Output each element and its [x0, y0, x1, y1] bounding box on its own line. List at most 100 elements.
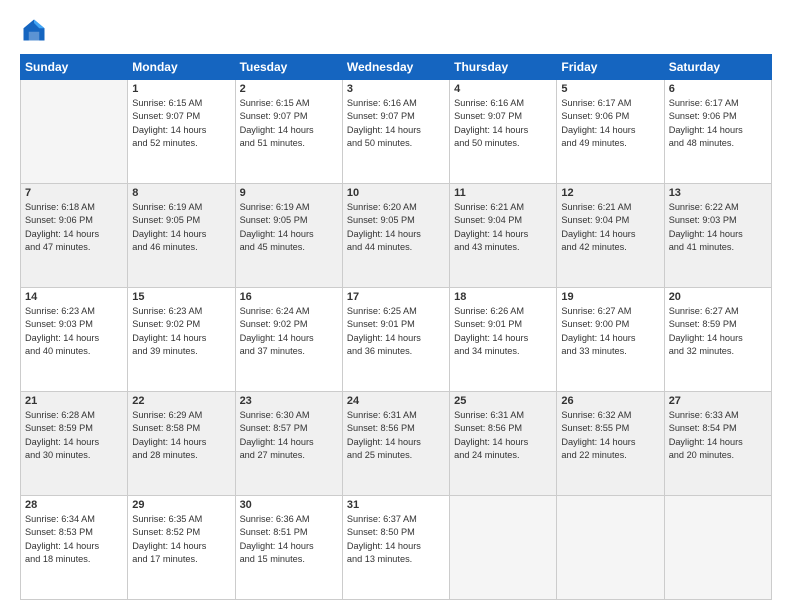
day-info: Sunrise: 6:34 AM Sunset: 8:53 PM Dayligh… [25, 513, 123, 566]
day-info: Sunrise: 6:18 AM Sunset: 9:06 PM Dayligh… [25, 201, 123, 254]
calendar-cell: 20 Sunrise: 6:27 AM Sunset: 8:59 PM Dayli… [664, 288, 771, 392]
calendar-cell: 2 Sunrise: 6:15 AM Sunset: 9:07 PM Daylig… [235, 80, 342, 184]
calendar-cell [21, 80, 128, 184]
day-number: 19 [561, 291, 659, 303]
day-info: Sunrise: 6:29 AM Sunset: 8:58 PM Dayligh… [132, 409, 230, 462]
calendar-cell: 23 Sunrise: 6:30 AM Sunset: 8:57 PM Dayli… [235, 392, 342, 496]
calendar-week-row: 7Sunrise: 6:18 AM Sunset: 9:06 PM Daylig… [21, 184, 772, 288]
calendar-week-row: 14Sunrise: 6:23 AM Sunset: 9:03 PM Dayli… [21, 288, 772, 392]
day-number: 28 [25, 499, 123, 511]
day-number: 13 [669, 187, 767, 199]
calendar-cell: 27 Sunrise: 6:33 AM Sunset: 8:54 PM Dayli… [664, 392, 771, 496]
day-number: 30 [240, 499, 338, 511]
day-info: Sunrise: 6:33 AM Sunset: 8:54 PM Dayligh… [669, 409, 767, 462]
calendar-cell: 21 Sunrise: 6:28 AM Sunset: 8:59 PM Dayli… [21, 392, 128, 496]
calendar-cell: 5Sunrise: 6:17 AM Sunset: 9:06 PM Daylig… [557, 80, 664, 184]
day-info: Sunrise: 6:19 AM Sunset: 9:05 PM Dayligh… [132, 201, 230, 254]
day-number: 2 [240, 83, 338, 95]
day-info: Sunrise: 6:31 AM Sunset: 8:56 PM Dayligh… [347, 409, 445, 462]
calendar-cell: 3 Sunrise: 6:16 AM Sunset: 9:07 PM Daylig… [342, 80, 449, 184]
day-number: 21 [25, 395, 123, 407]
weekday-header-wednesday: Wednesday [342, 55, 449, 80]
day-info: Sunrise: 6:16 AM Sunset: 9:07 PM Dayligh… [454, 97, 552, 150]
day-info: Sunrise: 6:24 AM Sunset: 9:02 PM Dayligh… [240, 305, 338, 358]
weekday-header-monday: Monday [128, 55, 235, 80]
day-number: 17 [347, 291, 445, 303]
weekday-header-tuesday: Tuesday [235, 55, 342, 80]
calendar-table: SundayMondayTuesdayWednesdayThursdayFrid… [20, 54, 772, 600]
weekday-header-row: SundayMondayTuesdayWednesdayThursdayFrid… [21, 55, 772, 80]
weekday-header-thursday: Thursday [450, 55, 557, 80]
day-number: 31 [347, 499, 445, 511]
day-info: Sunrise: 6:16 AM Sunset: 9:07 PM Dayligh… [347, 97, 445, 150]
day-info: Sunrise: 6:26 AM Sunset: 9:01 PM Dayligh… [454, 305, 552, 358]
day-number: 24 [347, 395, 445, 407]
calendar-cell: 12 Sunrise: 6:21 AM Sunset: 9:04 PM Dayli… [557, 184, 664, 288]
day-info: Sunrise: 6:28 AM Sunset: 8:59 PM Dayligh… [25, 409, 123, 462]
day-number: 12 [561, 187, 659, 199]
day-info: Sunrise: 6:30 AM Sunset: 8:57 PM Dayligh… [240, 409, 338, 462]
page: SundayMondayTuesdayWednesdayThursdayFrid… [0, 0, 792, 612]
calendar-cell: 28 Sunrise: 6:34 AM Sunset: 8:53 PM Dayli… [21, 496, 128, 600]
calendar-cell: 15 Sunrise: 6:23 AM Sunset: 9:02 PM Dayli… [128, 288, 235, 392]
calendar-cell [664, 496, 771, 600]
day-number: 23 [240, 395, 338, 407]
calendar-week-row: 1 Sunrise: 6:15 AM Sunset: 9:07 PM Daylig… [21, 80, 772, 184]
calendar-cell: 26 Sunrise: 6:32 AM Sunset: 8:55 PM Dayli… [557, 392, 664, 496]
day-info: Sunrise: 6:15 AM Sunset: 9:07 PM Dayligh… [240, 97, 338, 150]
calendar-cell: 1Sunrise: 6:15 AM Sunset: 9:07 PM Daylig… [128, 80, 235, 184]
day-info: Sunrise: 6:32 AM Sunset: 8:55 PM Dayligh… [561, 409, 659, 462]
day-info: Sunrise: 6:23 AM Sunset: 9:02 PM Dayligh… [132, 305, 230, 358]
weekday-header-sunday: Sunday [21, 55, 128, 80]
weekday-header-saturday: Saturday [664, 55, 771, 80]
calendar-cell: 6 Sunrise: 6:17 AM Sunset: 9:06 PM Daylig… [664, 80, 771, 184]
calendar-cell [557, 496, 664, 600]
day-info: Sunrise: 6:25 AM Sunset: 9:01 PM Dayligh… [347, 305, 445, 358]
calendar-cell: 19Sunrise: 6:27 AM Sunset: 9:00 PM Dayli… [557, 288, 664, 392]
day-number: 1 [132, 83, 230, 95]
day-info: Sunrise: 6:36 AM Sunset: 8:51 PM Dayligh… [240, 513, 338, 566]
calendar-cell: 4 Sunrise: 6:16 AM Sunset: 9:07 PM Daylig… [450, 80, 557, 184]
day-number: 6 [669, 83, 767, 95]
day-number: 9 [240, 187, 338, 199]
day-info: Sunrise: 6:20 AM Sunset: 9:05 PM Dayligh… [347, 201, 445, 254]
day-info: Sunrise: 6:23 AM Sunset: 9:03 PM Dayligh… [25, 305, 123, 358]
day-info: Sunrise: 6:21 AM Sunset: 9:04 PM Dayligh… [561, 201, 659, 254]
day-number: 11 [454, 187, 552, 199]
calendar-cell: 9Sunrise: 6:19 AM Sunset: 9:05 PM Daylig… [235, 184, 342, 288]
day-number: 26 [561, 395, 659, 407]
calendar-cell: 25Sunrise: 6:31 AM Sunset: 8:56 PM Dayli… [450, 392, 557, 496]
day-number: 29 [132, 499, 230, 511]
day-number: 4 [454, 83, 552, 95]
calendar-cell: 7Sunrise: 6:18 AM Sunset: 9:06 PM Daylig… [21, 184, 128, 288]
day-info: Sunrise: 6:17 AM Sunset: 9:06 PM Dayligh… [669, 97, 767, 150]
day-number: 15 [132, 291, 230, 303]
day-number: 3 [347, 83, 445, 95]
day-number: 5 [561, 83, 659, 95]
calendar-week-row: 28 Sunrise: 6:34 AM Sunset: 8:53 PM Dayli… [21, 496, 772, 600]
logo-icon [20, 16, 48, 44]
day-info: Sunrise: 6:35 AM Sunset: 8:52 PM Dayligh… [132, 513, 230, 566]
calendar-cell: 17 Sunrise: 6:25 AM Sunset: 9:01 PM Dayli… [342, 288, 449, 392]
day-info: Sunrise: 6:37 AM Sunset: 8:50 PM Dayligh… [347, 513, 445, 566]
calendar-cell: 24 Sunrise: 6:31 AM Sunset: 8:56 PM Dayli… [342, 392, 449, 496]
calendar-cell: 14Sunrise: 6:23 AM Sunset: 9:03 PM Dayli… [21, 288, 128, 392]
day-number: 27 [669, 395, 767, 407]
calendar-cell: 10Sunrise: 6:20 AM Sunset: 9:05 PM Dayli… [342, 184, 449, 288]
calendar-cell [450, 496, 557, 600]
calendar-cell: 18 Sunrise: 6:26 AM Sunset: 9:01 PM Dayli… [450, 288, 557, 392]
day-info: Sunrise: 6:21 AM Sunset: 9:04 PM Dayligh… [454, 201, 552, 254]
day-number: 16 [240, 291, 338, 303]
calendar-cell: 16 Sunrise: 6:24 AM Sunset: 9:02 PM Dayli… [235, 288, 342, 392]
day-info: Sunrise: 6:22 AM Sunset: 9:03 PM Dayligh… [669, 201, 767, 254]
calendar-cell: 11 Sunrise: 6:21 AM Sunset: 9:04 PM Dayli… [450, 184, 557, 288]
calendar-cell: 22Sunrise: 6:29 AM Sunset: 8:58 PM Dayli… [128, 392, 235, 496]
day-info: Sunrise: 6:31 AM Sunset: 8:56 PM Dayligh… [454, 409, 552, 462]
day-number: 8 [132, 187, 230, 199]
day-info: Sunrise: 6:27 AM Sunset: 8:59 PM Dayligh… [669, 305, 767, 358]
day-number: 20 [669, 291, 767, 303]
weekday-header-friday: Friday [557, 55, 664, 80]
calendar-week-row: 21 Sunrise: 6:28 AM Sunset: 8:59 PM Dayli… [21, 392, 772, 496]
calendar-cell: 13 Sunrise: 6:22 AM Sunset: 9:03 PM Dayli… [664, 184, 771, 288]
day-number: 18 [454, 291, 552, 303]
